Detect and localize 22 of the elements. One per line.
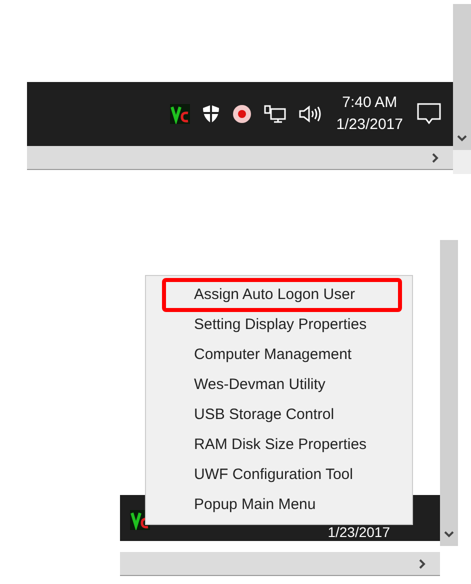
menu-item[interactable]: USB Storage Control [146, 400, 412, 430]
network-icon[interactable] [264, 104, 286, 124]
menu-item[interactable]: RAM Disk Size Properties [146, 430, 412, 460]
vc-logo-icon[interactable] [170, 104, 190, 124]
scrollbar-corner [453, 150, 471, 174]
clock-time[interactable]: 7:40 AM [342, 92, 398, 114]
menu-item[interactable]: Setting Display Properties [146, 310, 412, 340]
horizontal-scrollbar[interactable] [27, 146, 453, 170]
vertical-scrollbar[interactable] [453, 4, 471, 150]
notification-icon[interactable] [417, 103, 441, 125]
menu-item[interactable]: Assign Auto Logon User [164, 280, 400, 310]
shield-icon[interactable] [202, 104, 220, 124]
target-icon[interactable] [232, 104, 252, 124]
clock-date[interactable]: 1/23/2017 [328, 524, 390, 540]
menu-item[interactable]: Popup Main Menu [146, 490, 412, 520]
menu-item[interactable]: Computer Management [146, 340, 412, 370]
speaker-icon[interactable] [298, 104, 322, 124]
horizontal-scrollbar[interactable] [120, 552, 440, 576]
clock-date[interactable]: 1/23/2017 [336, 114, 403, 136]
vertical-scrollbar[interactable] [440, 240, 458, 546]
menu-item[interactable]: Wes-Devman Utility [146, 370, 412, 400]
menu-item[interactable]: UWF Configuration Tool [146, 460, 412, 490]
